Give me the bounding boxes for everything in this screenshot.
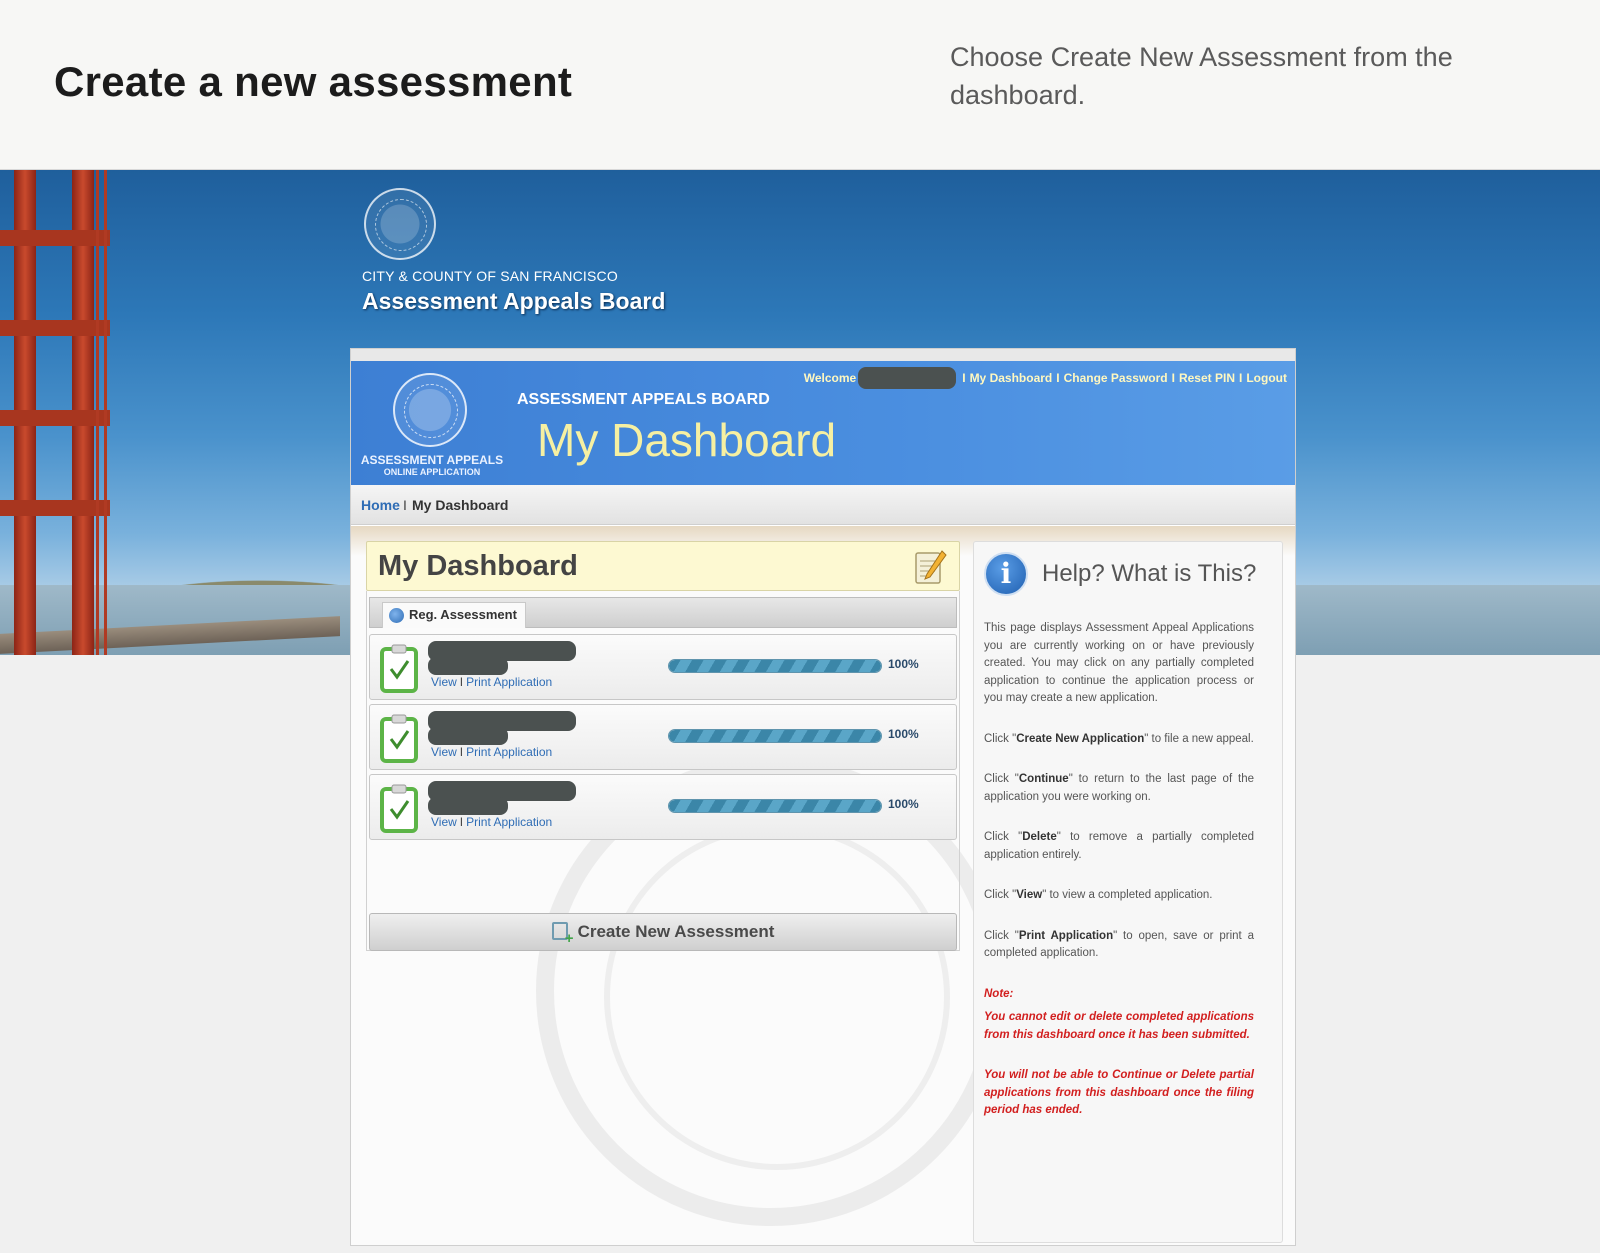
instruction-title: Create a new assessment — [54, 58, 573, 105]
print-application-link[interactable]: Print Application — [466, 745, 552, 759]
app-window: ASSESSMENT APPEALS ONLINE APPLICATION AS… — [350, 348, 1296, 1246]
help-continue: Click "Continue" to return to the last p… — [984, 773, 1254, 803]
breadcrumb-current: My Dashboard — [412, 497, 509, 513]
instruction-description: Choose Create New Assessment from the da… — [950, 42, 1453, 110]
city-name: CITY & COUNTY OF SAN FRANCISCO — [362, 268, 618, 284]
help-title: Help? What is This? — [1042, 560, 1257, 587]
help-note-edit: You cannot edit or delete completed appl… — [984, 1011, 1254, 1041]
redacted-application-id — [428, 727, 508, 745]
application-row[interactable]: View I Print Application 100% — [369, 774, 957, 840]
page-title: My Dashboard — [537, 414, 837, 466]
redacted-username — [858, 367, 957, 389]
progress-percent: 100% — [888, 727, 919, 741]
redacted-application-id — [428, 657, 508, 675]
help-note-label: Note: — [984, 987, 1014, 1000]
clipboard-check-icon — [380, 714, 418, 763]
redacted-application-id — [428, 797, 508, 815]
help-note-filing: You will not be able to Continue or Dele… — [984, 1069, 1254, 1116]
nav-logout-link[interactable]: Logout — [1246, 371, 1287, 385]
user-nav: Welcome I My Dashboard I Change Password… — [804, 367, 1287, 389]
main-content: My Dashboard Reg. Assessment View I Prin… — [351, 526, 1295, 1245]
progress-bar — [668, 799, 882, 813]
add-document-icon — [551, 922, 574, 947]
application-tabs: Reg. Assessment — [369, 597, 957, 628]
help-print: Click "Print Application" to open, save … — [984, 929, 1254, 960]
welcome-label: Welcome — [803, 371, 857, 385]
tab-reg-assessment[interactable]: Reg. Assessment — [382, 602, 526, 628]
help-intro: This page displays Assessment Appeal App… — [984, 622, 1254, 704]
bridge-tower-image — [0, 170, 110, 655]
app-header: ASSESSMENT APPEALS ONLINE APPLICATION AS… — [351, 361, 1295, 485]
print-application-link[interactable]: Print Application — [466, 815, 552, 829]
house-icon — [389, 608, 404, 623]
breadcrumb-home-link[interactable]: Home — [361, 497, 400, 513]
application-row[interactable]: View I Print Application 100% — [369, 634, 957, 700]
progress-percent: 100% — [888, 657, 919, 671]
progress-bar — [668, 659, 882, 673]
progress-bar — [668, 729, 882, 743]
info-icon: i — [984, 552, 1028, 596]
dashboard-panel-title: My Dashboard — [378, 550, 578, 582]
help-view: Click "View" to view a completed applica… — [984, 889, 1213, 901]
header-org-name: ASSESSMENT APPEALS — [360, 453, 504, 467]
create-new-assessment-button[interactable]: Create New Assessment — [369, 913, 957, 951]
view-link[interactable]: View — [431, 745, 457, 759]
breadcrumb: Home I My Dashboard — [351, 485, 1295, 525]
help-delete: Click "Delete" to remove a partially com… — [984, 831, 1254, 861]
view-link[interactable]: View — [431, 815, 457, 829]
header-subtitle: ASSESSMENT APPEALS BOARD — [517, 391, 770, 408]
dashboard-panel-header: My Dashboard — [366, 541, 960, 591]
city-seal-logo — [364, 188, 436, 260]
clipboard-check-icon — [380, 784, 418, 833]
help-panel: i Help? What is This? This page displays… — [973, 541, 1283, 1243]
help-text: This page displays Assessment Appeal App… — [984, 620, 1254, 1143]
nav-change-password-link[interactable]: Change Password — [1064, 371, 1168, 385]
nav-my-dashboard-link[interactable]: My Dashboard — [970, 371, 1053, 385]
application-row[interactable]: View I Print Application 100% — [369, 704, 957, 770]
header-seal-logo — [393, 373, 467, 447]
help-create: Click "Create New Application" to file a… — [984, 732, 1254, 745]
instruction-header: Create a new assessment Choose Create Ne… — [0, 0, 1600, 170]
nav-reset-pin-link[interactable]: Reset PIN — [1179, 371, 1235, 385]
notepad-pencil-icon — [915, 550, 947, 584]
header-org-subname: ONLINE APPLICATION — [383, 467, 481, 477]
view-link[interactable]: View — [431, 675, 457, 689]
print-application-link[interactable]: Print Application — [466, 675, 552, 689]
board-name: Assessment Appeals Board — [362, 288, 666, 314]
clipboard-check-icon — [380, 644, 418, 693]
progress-percent: 100% — [888, 797, 919, 811]
